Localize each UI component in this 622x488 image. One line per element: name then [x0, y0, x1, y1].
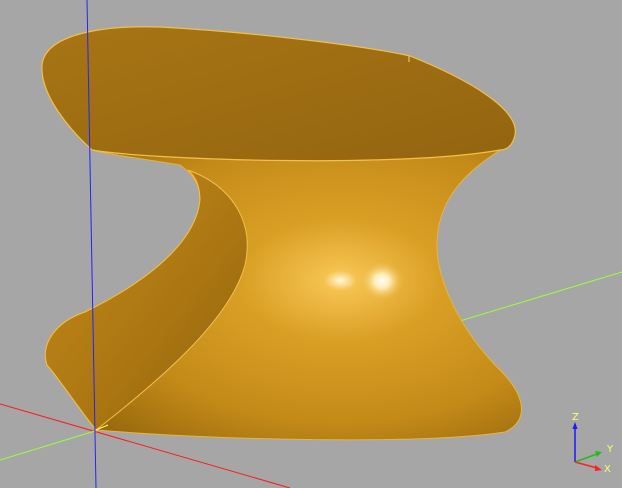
3d-viewport[interactable]: Z Y X [0, 0, 622, 488]
gizmo-y-arrowhead [595, 451, 602, 457]
model-top-face[interactable] [41, 26, 516, 162]
gizmo-x-label: X [604, 464, 611, 475]
world-y-axis-front [0, 426, 109, 461]
model-specular-highlight [360, 261, 404, 301]
gizmo-y-label: Y [606, 444, 614, 455]
gizmo-x-axis [574, 461, 598, 469]
axes-orientation-gizmo: Z Y X [572, 412, 614, 475]
gizmo-x-arrowhead [595, 465, 602, 471]
gizmo-z-label: Z [572, 412, 579, 423]
3d-scene[interactable] [0, 0, 622, 488]
gizmo-z-arrowhead [572, 422, 578, 429]
gizmo-y-axis [574, 453, 598, 463]
